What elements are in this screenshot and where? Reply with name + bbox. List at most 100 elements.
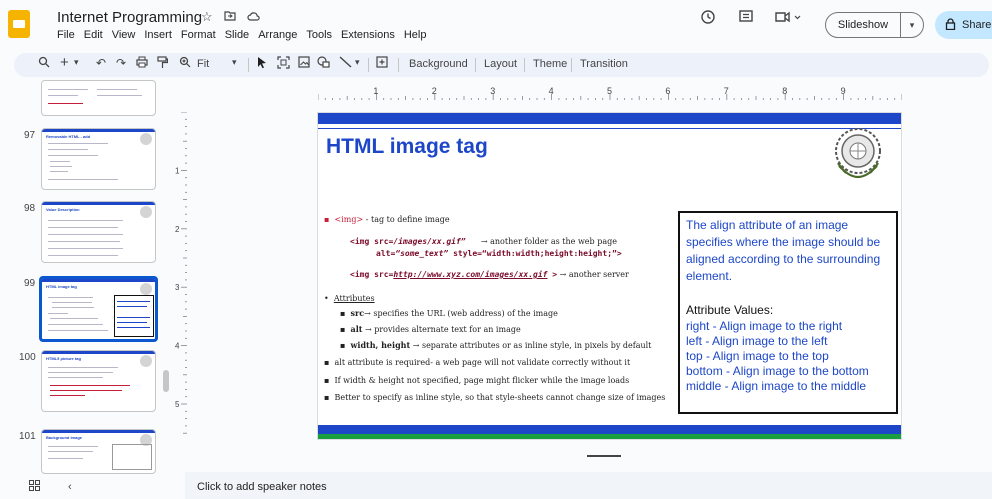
speaker-notes-placeholder[interactable]: Click to add speaker notes [197,481,327,493]
new-slide-plus-icon[interactable]: + [60,54,69,71]
menu-slide[interactable]: Slide [225,29,249,41]
callout-value-item: bottom - Align image to the bottom [686,364,869,378]
filmstrip-scrollbar[interactable] [163,370,169,392]
code-line-2: alt=“some_text” style=“width:width;heigh… [376,249,622,258]
attr-alt-line: ▪ alt → provides alternate text for an i… [340,324,521,334]
code-line-1: <img src=/images/xx.gif” → another folde… [350,237,617,246]
menu-file[interactable]: File [57,29,75,41]
transition-button[interactable]: Transition [580,58,628,70]
zoom-select[interactable]: Fit [197,58,209,70]
slide-top-bar [318,113,901,124]
insert-comment-icon[interactable] [376,56,388,71]
ruler-number: 4 [549,86,554,96]
ruler-number: 2 [432,86,437,96]
ruler-number: 1 [373,86,378,96]
menu-bar: File Edit View Insert Format Slide Arran… [57,29,426,41]
title-icons: ☆ [201,9,260,25]
grid-view-icon[interactable] [29,480,40,494]
toolbar-divider [571,58,572,72]
theme-button[interactable]: Theme [533,58,567,70]
undo-icon[interactable]: ↶ [96,56,106,70]
menu-extensions[interactable]: Extensions [341,29,395,41]
bullet-flicker: ▪ If width & height not specified, page … [324,376,630,385]
slide-thumbnail-100[interactable]: HTML5 picture tag [41,350,156,412]
zoom-dropdown-icon[interactable]: ▾ [232,57,237,68]
horizontal-ruler: 1 2 3 4 5 6 7 8 9 [318,86,902,100]
attributes-heading: • Attributes [324,294,375,303]
slide-number: 101 [19,431,36,442]
toolbar-divider [398,58,399,72]
lock-icon [945,17,956,33]
align-attribute-callout[interactable]: The align attribute of an image specifie… [678,211,898,414]
slide-title[interactable]: HTML image tag [326,135,488,159]
paint-format-icon[interactable] [157,56,169,72]
menu-insert[interactable]: Insert [144,29,172,41]
select-frame-icon[interactable] [277,56,290,72]
menu-arrange[interactable]: Arrange [258,29,297,41]
thumbnail-title: Background image [46,435,83,440]
toolbar-divider [368,58,369,72]
line-dropdown-icon[interactable]: ▾ [355,57,360,68]
callout-intro: The align attribute of an image specifie… [686,218,881,283]
shape-icon[interactable] [317,56,330,71]
ruler-number: 9 [841,86,846,96]
menu-tools[interactable]: Tools [306,29,332,41]
menu-help[interactable]: Help [404,29,427,41]
toolbar-divider [248,58,249,72]
background-button[interactable]: Background [409,58,468,70]
select-cursor-icon[interactable] [257,56,268,72]
slideshow-button[interactable]: Slideshow [825,12,901,38]
slide-thumbnail-98[interactable]: Value Description [41,201,156,263]
institution-seal-logo [835,128,881,179]
attr-src-line: ▪ src→ specifies the URL (web address) o… [340,308,558,318]
slide-number: 97 [24,130,36,141]
redo-icon[interactable]: ↷ [116,56,126,70]
layout-button[interactable]: Layout [484,58,517,70]
slide-canvas[interactable]: HTML image tag ▪ <img> - tag to define i… [317,112,902,440]
zoom-icon[interactable] [179,56,191,71]
callout-value-item: right - Align image to the right [686,319,843,333]
search-menus-icon[interactable] [38,56,50,71]
callout-value-item: top - Align image to the top [686,349,829,363]
slide-thumbnail-99[interactable]: HTML image tag [39,276,158,342]
toolbar-divider [475,58,476,72]
menu-view[interactable]: View [112,29,136,41]
move-to-folder-icon[interactable] [224,9,236,25]
slide-thumbnail-97[interactable]: Removable HTML - add [41,128,156,190]
share-button[interactable]: Share [935,11,992,39]
ruler-number: 1 [175,166,180,175]
ruler-number: 3 [490,86,495,96]
slide-bottom-green-bar [318,434,901,439]
thumbnail-title: Value Description [46,207,80,212]
line-icon[interactable] [339,56,352,71]
menu-format[interactable]: Format [181,29,216,41]
print-icon[interactable] [136,56,148,71]
slides-logo-icon[interactable] [8,10,30,38]
menu-edit[interactable]: Edit [84,29,103,41]
collapse-filmstrip-icon[interactable]: ‹ [68,481,72,493]
vertical-ruler: 1 2 3 4 5 [175,112,187,434]
slide-top-line [318,128,901,129]
cloud-status-icon[interactable] [247,9,260,25]
meet-camera-icon[interactable] [774,9,802,29]
document-title[interactable]: Internet Programming [57,9,202,26]
new-slide-dropdown-icon[interactable]: ▾ [74,57,79,68]
callout-values-title: Attribute Values: [686,303,774,317]
star-icon[interactable]: ☆ [201,9,213,25]
slide-filmstrip: 97 Removable HTML - add 98 Value Descrip… [0,80,185,474]
notes-resize-handle[interactable] [587,455,621,457]
callout-value-item: middle - Align image to the middle [686,379,867,393]
image-icon[interactable] [298,56,310,71]
slide-bottom-blue-bar [318,425,901,434]
ruler-number: 3 [175,283,180,292]
slide-thumbnail-96[interactable] [41,80,156,116]
ruler-number: 8 [782,86,787,96]
callout-value-item: left - Align image to the left [686,334,828,348]
toolbar-divider [524,58,525,72]
thumbnail-title: HTML image tag [46,284,77,289]
share-label: Share [962,19,992,31]
slide-thumbnail-101[interactable]: Background image [41,429,156,474]
thumbnail-title: Removable HTML - add [46,134,91,139]
comments-icon[interactable] [738,9,754,29]
history-icon[interactable] [700,9,716,29]
